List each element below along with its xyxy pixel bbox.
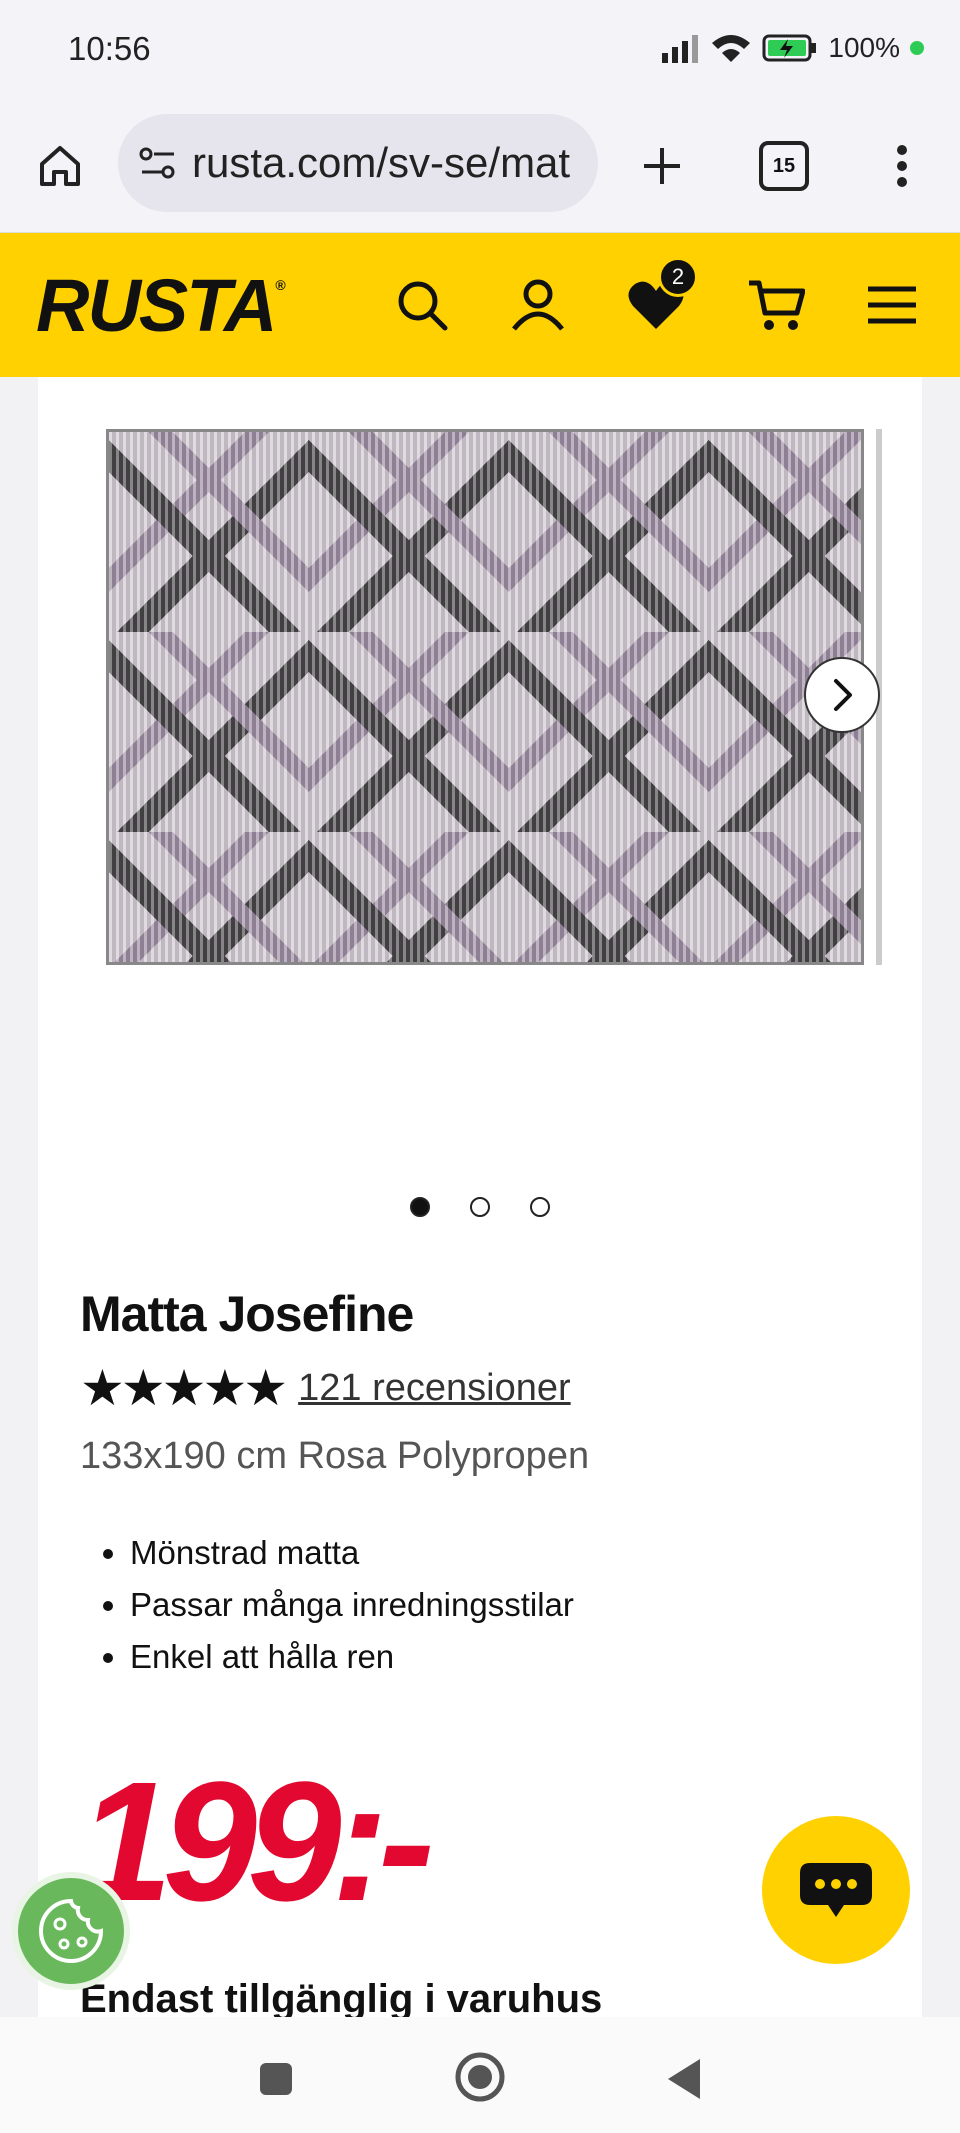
product-title: Matta Josefine bbox=[80, 1286, 414, 1342]
chevron-right-icon bbox=[834, 679, 852, 711]
product-subtitle: 133x190 cm Rosa Polypropen bbox=[80, 1435, 590, 1477]
site-header: RUSTA® 2 bbox=[0, 233, 960, 377]
home-nav-icon bbox=[455, 2052, 505, 2102]
product-image[interactable] bbox=[106, 429, 864, 965]
cookie-settings-button[interactable] bbox=[12, 1872, 130, 1990]
tabs-icon: 15 bbox=[759, 141, 809, 191]
url-bar[interactable]: rusta.com/sv-se/mat bbox=[118, 114, 598, 212]
wishlist-count-badge: 2 bbox=[658, 257, 698, 297]
battery-icon bbox=[762, 34, 817, 62]
user-icon bbox=[512, 279, 564, 331]
more-vert-icon bbox=[897, 145, 907, 187]
rusta-logo[interactable]: RUSTA® bbox=[36, 263, 286, 348]
logo-text: RUSTA bbox=[36, 264, 277, 347]
menu-icon bbox=[868, 286, 916, 324]
plus-icon bbox=[644, 148, 680, 184]
status-icons: 100% bbox=[660, 32, 924, 64]
account-button[interactable] bbox=[506, 273, 570, 337]
chat-icon bbox=[800, 1863, 872, 1917]
product-card: Matta Josefine ★★★★★ 121 recensioner 133… bbox=[38, 377, 922, 2021]
recents-button[interactable] bbox=[250, 2053, 302, 2105]
battery-percent: 100% bbox=[828, 32, 900, 63]
gallery-next-button[interactable] bbox=[804, 657, 880, 733]
feature-item: Passar många inredningsstilar bbox=[130, 1579, 574, 1631]
system-nav-bar bbox=[0, 2017, 960, 2133]
new-tab-button[interactable] bbox=[632, 136, 692, 196]
rating-stars: ★★★★★ bbox=[80, 1360, 288, 1416]
gallery-dot-3[interactable] bbox=[530, 1197, 550, 1217]
home-button[interactable] bbox=[30, 136, 90, 196]
recents-icon bbox=[260, 2063, 292, 2095]
feature-list: Mönstrad matta Passar många inredningsst… bbox=[80, 1527, 574, 1683]
back-button[interactable] bbox=[656, 2051, 712, 2107]
product-gallery[interactable] bbox=[38, 377, 922, 1187]
signal-icon bbox=[662, 35, 699, 63]
feature-item: Mönstrad matta bbox=[130, 1527, 574, 1579]
product-rating: ★★★★★ 121 recensioner bbox=[80, 1359, 571, 1417]
wifi-icon bbox=[712, 35, 751, 62]
cart-button[interactable] bbox=[744, 273, 808, 337]
wishlist-button[interactable]: 2 bbox=[624, 257, 698, 337]
cart-icon bbox=[749, 280, 805, 330]
search-button[interactable] bbox=[390, 273, 454, 337]
site-settings-icon[interactable] bbox=[138, 145, 178, 181]
home-icon bbox=[40, 146, 80, 186]
url-text: rusta.com/sv-se/mat bbox=[192, 139, 571, 186]
status-bar: 10:56 100% bbox=[0, 0, 960, 100]
search-icon bbox=[398, 281, 448, 331]
availability-text: Endast tillgänglig i varuhus bbox=[80, 1977, 603, 2021]
chat-button[interactable] bbox=[762, 1816, 910, 1964]
menu-more-button[interactable] bbox=[872, 136, 932, 196]
product-price: 199:- bbox=[78, 1747, 435, 1937]
home-nav-button[interactable] bbox=[450, 2047, 510, 2107]
menu-button[interactable] bbox=[860, 273, 924, 337]
cookie-icon bbox=[39, 1898, 104, 1963]
back-icon bbox=[668, 2059, 700, 2099]
feature-item: Enkel att hålla ren bbox=[130, 1631, 574, 1683]
gallery-pagination bbox=[38, 1197, 922, 1217]
tabs-button[interactable]: 15 bbox=[752, 136, 816, 196]
reviews-link[interactable]: 121 recensioner bbox=[298, 1367, 571, 1410]
status-time: 10:56 bbox=[68, 30, 151, 67]
gallery-dot-1[interactable] bbox=[410, 1197, 430, 1217]
gallery-dot-2[interactable] bbox=[470, 1197, 490, 1217]
privacy-indicator bbox=[910, 41, 924, 55]
browser-toolbar: rusta.com/sv-se/mat 15 bbox=[0, 100, 960, 233]
